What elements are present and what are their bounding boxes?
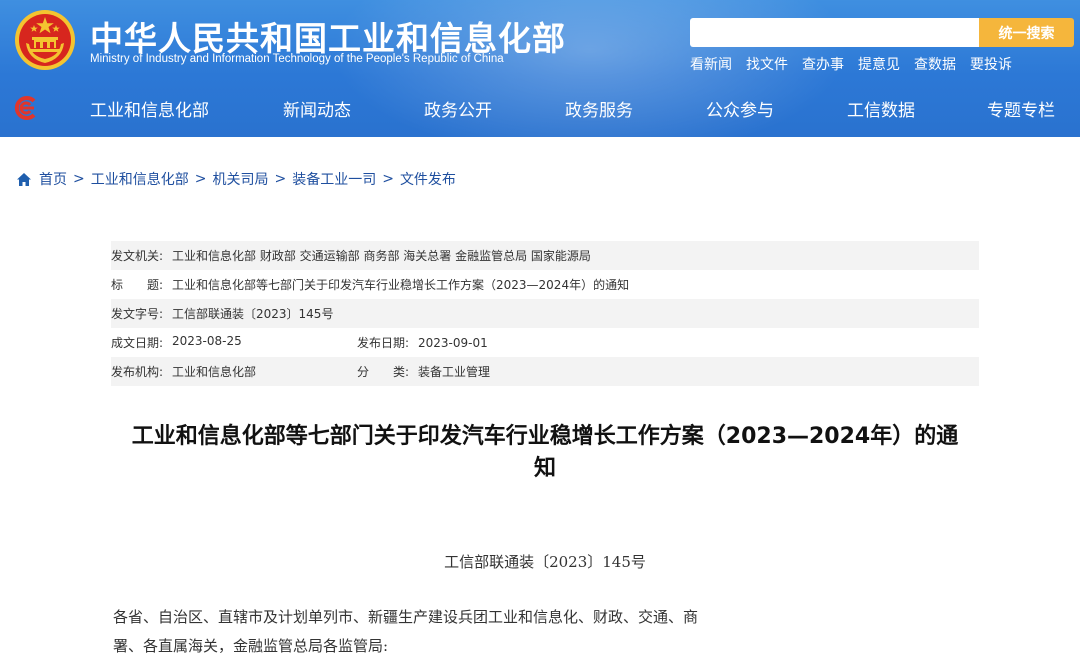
nav-item-gov-services[interactable]: 政务服务 [565, 96, 633, 121]
issuer-label: 发文机关: [111, 249, 164, 263]
article-title: 工业和信息化部等七部门关于印发汽车行业稳增长工作方案（2023—2024年）的通… [111, 421, 979, 485]
created-date-label: 成文日期: [111, 336, 164, 350]
title-value: 工业和信息化部等七部门关于印发汽车行业稳增长工作方案（2023—2024年）的通… [172, 278, 630, 292]
info-row-doc-number: 发文字号: 工信部联通装〔2023〕145号 [111, 299, 979, 328]
doc-number-label: 发文字号: [111, 307, 164, 321]
breadcrumb: 首页 > 工业和信息化部 > 机关司局 > 装备工业一司 > 文件发布 [16, 169, 456, 189]
article-title-line: 知 [533, 456, 556, 481]
doc-number-value: 工信部联通装〔2023〕145号 [172, 307, 334, 321]
published-date-value: 2023-09-01 [418, 335, 488, 350]
site-header: 中华人民共和国工业和信息化部 Ministry of Industry and … [0, 0, 1080, 137]
created-date-value: 2023-08-25 [172, 334, 242, 348]
issuer-value: 工业和信息化部 财政部 交通运输部 商务部 海关总署 金融监管总局 国家能源局 [172, 249, 591, 263]
org-value: 工业和信息化部 [172, 365, 257, 379]
quick-link-news[interactable]: 看新闻 [690, 54, 732, 74]
info-row-title: 标 题: 工业和信息化部等七部门关于印发汽车行业稳增长工作方案（2023—202… [111, 270, 979, 299]
published-date-label: 发布日期: [357, 336, 410, 350]
breadcrumb-home[interactable]: 首页 [39, 169, 67, 189]
quick-link-documents[interactable]: 找文件 [746, 54, 788, 74]
org-label: 发布机构: [111, 365, 164, 379]
quick-link-complaint[interactable]: 要投诉 [970, 54, 1012, 74]
home-icon [17, 172, 31, 186]
category-label: 分 类: [357, 365, 410, 379]
unified-search-button[interactable]: 统一搜索 [979, 18, 1074, 47]
nav-item-special-topics[interactable]: 专题专栏 [987, 96, 1055, 121]
nav-item-news[interactable]: 新闻动态 [283, 96, 351, 121]
article-body-line: 署、各直属海关，金融监管总局各监管局: [113, 637, 389, 655]
breadcrumb-separator: > [274, 171, 287, 187]
info-row-issuer: 发文机关: 工业和信息化部 财政部 交通运输部 商务部 海关总署 金融监管总局 … [111, 241, 979, 270]
main-nav: 工业和信息化部 新闻动态 政务公开 政务服务 公众参与 工信数据 专题专栏 [0, 88, 1080, 128]
site-subtitle: Ministry of Industry and Information Tec… [90, 53, 504, 65]
org-cell: 发布机构: 工业和信息化部 [111, 363, 357, 380]
document-info-table: 发文机关: 工业和信息化部 财政部 交通运输部 商务部 海关总署 金融监管总局 … [111, 241, 979, 386]
info-row-dates: 成文日期: 2023-08-25 发布日期: 2023-09-01 [111, 328, 979, 357]
breadcrumb-documents[interactable]: 文件发布 [400, 169, 456, 189]
nav-item-data[interactable]: 工信数据 [847, 96, 915, 121]
breadcrumb-separator: > [382, 171, 394, 187]
search-input[interactable] [690, 18, 980, 47]
created-date-cell: 成文日期: 2023-08-25 [111, 334, 357, 351]
article-title-line: 工业和信息化部等七部门关于印发汽车行业稳增长工作方案（2023—2024年）的通 [131, 424, 959, 449]
breadcrumb-departments[interactable]: 机关司局 [212, 169, 268, 189]
national-emblem-icon[interactable] [14, 9, 76, 71]
article-body-line: 各省、自治区、直辖市及计划单列市、新疆生产建设兵团工业和信息化、财政、交通、商 [113, 608, 699, 626]
article-doc-number: 工信部联通装〔2023〕145号 [444, 553, 646, 571]
nav-item-public-participation[interactable]: 公众参与 [706, 96, 774, 121]
quick-link-data[interactable]: 查数据 [914, 54, 956, 74]
nav-item-miit[interactable]: 工业和信息化部 [90, 96, 209, 121]
breadcrumb-miit[interactable]: 工业和信息化部 [91, 169, 189, 189]
nav-item-gov-affairs[interactable]: 政务公开 [424, 96, 492, 121]
breadcrumb-equipment-dept[interactable]: 装备工业一司 [292, 169, 376, 189]
breadcrumb-separator: > [73, 171, 85, 187]
title-label: 标 题: [111, 278, 164, 292]
quick-links: 看新闻 找文件 查办事 提意见 查数据 要投诉 [690, 54, 1026, 74]
quick-link-feedback[interactable]: 提意见 [858, 54, 900, 74]
info-row-org: 发布机构: 工业和信息化部 分 类: 装备工业管理 [111, 357, 979, 386]
category-value: 装备工业管理 [418, 365, 491, 379]
quick-link-services[interactable]: 查办事 [802, 54, 844, 74]
breadcrumb-separator: > [194, 171, 207, 187]
miit-logo-icon[interactable] [13, 96, 39, 120]
text-fade-overlay [712, 588, 1080, 655]
